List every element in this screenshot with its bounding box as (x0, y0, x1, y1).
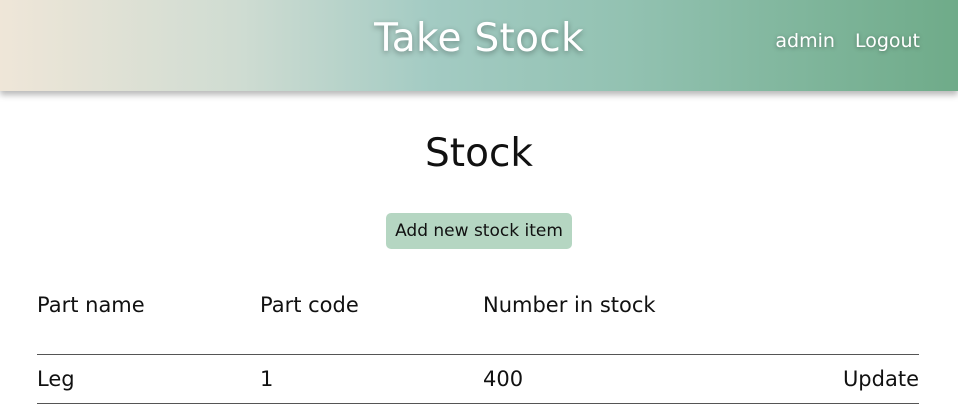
update-link[interactable]: Update (783, 354, 919, 404)
top-nav: admin Logout (775, 30, 920, 52)
page-title: Stock (425, 131, 533, 176)
table-row: Leg 1 400 Update (37, 354, 919, 404)
cell-part-name: Leg (37, 354, 260, 404)
column-header-part-code: Part code (260, 283, 483, 355)
add-stock-item-button[interactable]: Add new stock item (386, 213, 572, 249)
app-header: Take Stock admin Logout (0, 0, 958, 91)
column-header-number-in-stock: Number in stock (483, 283, 783, 355)
cell-part-code: 1 (260, 354, 483, 404)
table-header-row: Part name Part code Number in stock (37, 283, 919, 355)
add-button-container: Add new stock item (0, 213, 958, 249)
user-link[interactable]: admin (775, 30, 835, 52)
logout-link[interactable]: Logout (855, 30, 920, 52)
cell-number-in-stock: 400 (483, 354, 783, 404)
column-header-actions (783, 283, 919, 355)
stock-table: Part name Part code Number in stock Leg … (37, 283, 919, 404)
column-header-part-name: Part name (37, 283, 260, 355)
